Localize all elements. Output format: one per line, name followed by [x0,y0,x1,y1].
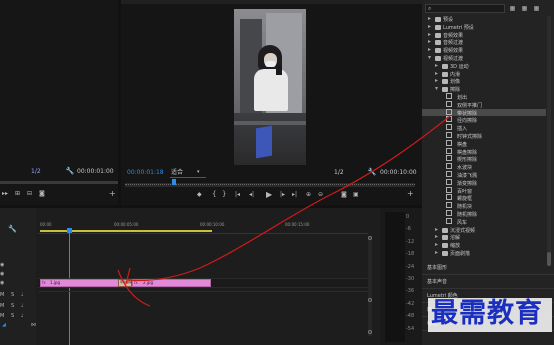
annotation-arrow-tail [117,269,151,307]
watermark-text: 最需教育 [431,298,543,329]
annotation-arrow-line [127,115,451,282]
annotation-pointer [125,267,131,285]
annotation-strokes [117,115,451,307]
